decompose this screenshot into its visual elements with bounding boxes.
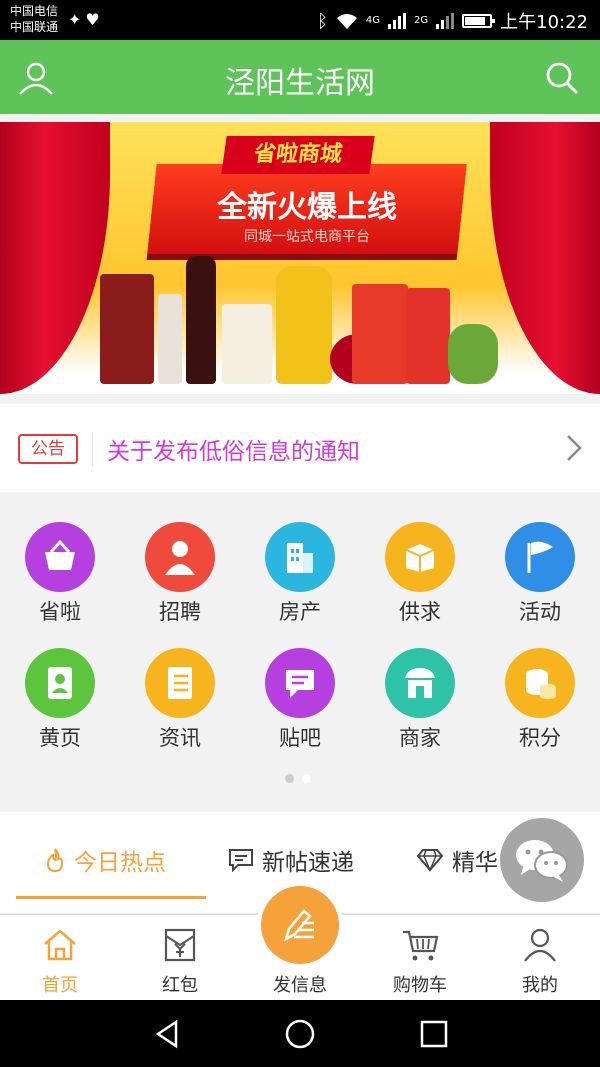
curtain-left xyxy=(0,122,110,394)
nav-cart[interactable]: 购物车 xyxy=(360,915,480,1001)
snack-box xyxy=(222,304,272,384)
contact-book-icon xyxy=(25,648,95,718)
category-label: 资讯 xyxy=(159,726,201,750)
liquor-bottle xyxy=(158,294,182,384)
category-label: 商家 xyxy=(399,726,441,750)
notification-icons: ✦♥ xyxy=(68,10,104,29)
page-dot xyxy=(302,774,311,783)
nav-label: 发信息 xyxy=(273,975,327,996)
banner-subline: 同城一站式电商平台 xyxy=(244,229,370,245)
recents-icon[interactable] xyxy=(418,1018,450,1050)
user-icon xyxy=(524,928,556,962)
category-huodong[interactable]: 活动 xyxy=(480,494,600,624)
home-circle-icon[interactable] xyxy=(284,1018,316,1050)
nav-red-envelope[interactable]: 红包 xyxy=(120,915,240,1001)
battery-icon xyxy=(462,14,496,28)
red-envelope-icon xyxy=(164,928,196,962)
tab-label: 精华 xyxy=(452,850,498,876)
wechat-icon xyxy=(516,840,568,882)
page-title: 泾阳生活网 xyxy=(225,66,375,101)
fire-icon xyxy=(46,848,64,873)
category-label: 黄页 xyxy=(39,726,81,750)
message-icon xyxy=(265,648,335,718)
category-huangye[interactable]: 黄页 xyxy=(0,620,120,750)
bluetooth-icon: ᛒ xyxy=(317,10,328,32)
chevron-right-icon[interactable] xyxy=(562,430,586,466)
search-icon[interactable] xyxy=(542,58,582,98)
category-label: 积分 xyxy=(519,726,561,750)
notice-tag: 公告 xyxy=(18,434,78,464)
category-shangjia[interactable]: 商家 xyxy=(360,620,480,750)
wifi-icon xyxy=(336,14,357,29)
active-tab-indicator xyxy=(16,896,206,899)
nav-label: 购物车 xyxy=(393,975,447,996)
cart-icon xyxy=(403,930,439,961)
category-grid: 省啦 招聘 房产 供求 活动 黄页 资讯 贴吧 商家 积分 xyxy=(0,494,600,806)
wechat-float-button[interactable] xyxy=(500,818,584,902)
category-fangchan[interactable]: 房产 xyxy=(240,494,360,624)
status-bar: 中国电信 中国联通 ✦♥ ᛒ 4G 2G 上午10:22 xyxy=(0,0,600,40)
nav-label: 红包 xyxy=(162,975,198,996)
person-icon xyxy=(145,522,215,592)
post-button[interactable] xyxy=(261,886,339,964)
status-right: ᛒ 4G 2G 上午10:22 xyxy=(317,8,588,34)
category-shengla[interactable]: 省啦 xyxy=(0,494,120,624)
news-icon xyxy=(145,648,215,718)
notice-text[interactable]: 关于发布低俗信息的通知 xyxy=(107,432,360,466)
category-zixun[interactable]: 资讯 xyxy=(120,620,240,750)
tab-label: 新帖速递 xyxy=(262,850,354,876)
flag-icon xyxy=(505,522,575,592)
network-label-1: 4G xyxy=(365,15,380,26)
banner-headline: 全新火爆上线 xyxy=(217,190,397,225)
carrier-2: 中国联通 xyxy=(10,20,59,34)
pen-icon xyxy=(283,909,314,942)
nav-label: 首页 xyxy=(42,975,78,996)
health-icon: ♥ xyxy=(85,10,104,29)
rice-bag-2 xyxy=(406,288,450,384)
tab-label: 今日热点 xyxy=(74,850,166,876)
vegetables xyxy=(448,324,498,384)
rice-bag xyxy=(352,284,408,384)
category-zhaopin[interactable]: 招聘 xyxy=(120,494,240,624)
category-gongqiu[interactable]: 供求 xyxy=(360,494,480,624)
category-tieba[interactable]: 贴吧 xyxy=(240,620,360,750)
coins-icon xyxy=(505,648,575,718)
page-indicator xyxy=(285,774,311,783)
tab-featured[interactable]: 精华 xyxy=(416,840,498,880)
comment-icon xyxy=(229,849,253,872)
nav-me[interactable]: 我的 xyxy=(480,915,600,1001)
building-icon xyxy=(265,522,335,592)
banner-brand: 省啦商城 xyxy=(221,136,375,174)
category-jifen[interactable]: 积分 xyxy=(480,620,600,750)
tab-new-posts[interactable]: 新帖速递 xyxy=(228,840,354,880)
network-label-2: 2G xyxy=(414,15,429,26)
oil-bottle xyxy=(276,266,332,384)
basket-icon xyxy=(25,522,95,592)
wine-bottle xyxy=(186,256,216,384)
tab-hot-today[interactable]: 今日热点 xyxy=(44,840,166,880)
back-icon[interactable] xyxy=(152,1018,184,1050)
notice-bar[interactable]: 公告 关于发布低俗信息的通知 xyxy=(0,404,600,492)
carrier-1: 中国电信 xyxy=(10,4,59,18)
store-icon xyxy=(385,648,455,718)
clock: 上午10:22 xyxy=(500,12,588,33)
liquor-box xyxy=(100,274,154,384)
promo-banner[interactable]: 省啦商城 全新火爆上线 同城一站式电商平台 xyxy=(0,122,600,394)
nav-label: 我的 xyxy=(522,975,558,996)
notification-icon: ✦ xyxy=(68,10,86,29)
signal-icon xyxy=(388,13,406,29)
signal-icon-2 xyxy=(436,13,455,29)
app-header: 泾阳生活网 xyxy=(0,40,600,114)
category-label: 贴吧 xyxy=(279,726,321,750)
diamond-icon xyxy=(416,849,444,872)
box-icon xyxy=(385,522,455,592)
nav-home[interactable]: 首页 xyxy=(0,915,120,1001)
home-icon xyxy=(44,929,76,961)
curtain-right xyxy=(490,122,600,394)
carrier-info: 中国电信 中国联通 xyxy=(10,3,58,35)
notice-divider xyxy=(92,432,93,466)
system-nav-bar xyxy=(0,1000,600,1067)
page-dot-active xyxy=(285,774,294,783)
